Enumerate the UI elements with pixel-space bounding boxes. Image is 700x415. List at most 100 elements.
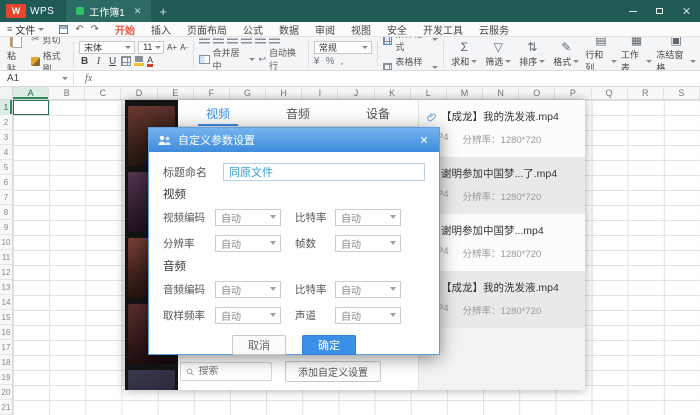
italic-button[interactable]: I [93,56,104,67]
font-name-select[interactable]: 宋体 [79,40,136,54]
align-center-icon[interactable] [255,37,267,44]
close-button[interactable] [673,0,700,22]
converter-tab-1[interactable]: 音频 [258,100,338,126]
dialog-header[interactable]: 自定义参数设置 ✕ [149,128,439,152]
row-header-13[interactable]: 13 [0,280,12,295]
col-header-S[interactable]: S [664,87,700,99]
fx-icon[interactable]: fx [85,73,92,84]
minimize-button[interactable] [619,0,646,22]
row-header-20[interactable]: 20 [0,385,12,400]
number-icon-2[interactable]: , [340,56,343,67]
font-size-select[interactable]: 11 [138,40,165,54]
row-header-19[interactable]: 19 [0,370,12,385]
formula-input[interactable] [98,71,700,86]
cut-button[interactable]: ✂ 剪切 [31,37,68,46]
font-color-icon[interactable]: A [147,55,154,67]
tab-close-icon[interactable]: ✕ [134,6,142,17]
valign-top-icon[interactable] [199,37,211,44]
col-header-L[interactable]: L [411,87,447,99]
col-header-O[interactable]: O [519,87,556,99]
shrink-font-button[interactable]: A- [180,43,188,52]
col-header-R[interactable]: R [628,87,664,99]
menu-item-1[interactable]: 插入 [143,22,179,37]
select-all-corner[interactable] [0,87,13,100]
col-header-E[interactable]: E [158,87,194,99]
row-header-8[interactable]: 8 [0,205,12,220]
menu-item-4[interactable]: 数据 [271,22,307,37]
file-row[interactable]: 谢明参加中国梦...了.mp4 MP4 分辨率：1280*720 [419,157,585,214]
align-right-icon[interactable] [269,37,281,44]
valign-bottom-icon[interactable] [227,37,239,44]
cancel-button[interactable]: 取消 [232,335,286,355]
converter-tab-0[interactable]: 视频 [178,100,258,126]
search-input[interactable] [198,366,266,377]
video-codec-select[interactable]: 自动 [215,208,281,226]
row-header-15[interactable]: 15 [0,310,12,325]
conditional-format-button[interactable]: 条件格式 [382,37,439,53]
col-header-A[interactable]: A [13,87,50,99]
number-format-select[interactable]: 常规 [313,40,372,54]
col-header-D[interactable]: D [121,87,158,99]
redo-icon[interactable]: ↷ [91,24,99,35]
number-icon-0[interactable]: ¥ [314,56,320,67]
ribbon-tool-4[interactable]: ▤ 行和列 [583,37,619,70]
col-header-F[interactable]: F [194,87,230,99]
converter-tab-2[interactable]: 设备 [338,100,418,126]
document-tab[interactable]: 工作簿1 ✕ [66,0,152,22]
row-header-6[interactable]: 6 [0,175,12,190]
name-box[interactable]: A1 [0,73,62,84]
row-header-7[interactable]: 7 [0,190,12,205]
underline-button[interactable]: U [107,56,118,67]
menu-item-9[interactable]: 云服务 [471,22,517,37]
file-row[interactable]: 【成龙】我的洗发液.mp4 MP4 分辨率：1280*720 [419,271,585,328]
row-header-3[interactable]: 3 [0,130,12,145]
undo-icon[interactable]: ↶ [75,24,83,35]
row-header-18[interactable]: 18 [0,355,12,370]
col-header-G[interactable]: G [230,87,267,99]
maximize-button[interactable] [646,0,673,22]
ribbon-tool-3[interactable]: ✎ 格式 [549,38,583,69]
borders-icon[interactable] [121,56,132,66]
col-header-M[interactable]: M [447,87,484,99]
bold-button[interactable]: B [79,56,90,67]
row-header-10[interactable]: 10 [0,235,12,250]
col-header-P[interactable]: P [555,87,592,99]
ok-button[interactable]: 确定 [302,335,356,355]
row-header-14[interactable]: 14 [0,295,12,310]
row-header-4[interactable]: 4 [0,145,12,160]
paste-button[interactable]: 粘贴 [4,37,27,70]
menu-item-6[interactable]: 视图 [343,22,379,37]
video-thumbnail[interactable] [128,370,175,390]
format-painter-button[interactable]: 格式刷 [31,49,68,70]
row-header-21[interactable]: 21 [0,400,12,415]
valign-middle-icon[interactable] [213,37,225,44]
table-style-button[interactable]: 表格样式 [382,55,439,70]
menu-item-3[interactable]: 公式 [235,22,271,37]
row-header-11[interactable]: 11 [0,250,12,265]
framerate-select[interactable]: 自动 [335,234,401,252]
col-header-K[interactable]: K [375,87,411,99]
add-custom-settings-button[interactable]: 添加自定义设置 [285,361,381,382]
channels-select[interactable]: 自动 [335,306,401,324]
ribbon-tool-2[interactable]: ⇅ 排序 [515,38,549,69]
resolution-select[interactable]: 自动 [215,234,281,252]
menu-item-7[interactable]: 安全 [379,22,415,37]
dialog-close-icon[interactable]: ✕ [417,134,431,147]
menu-item-2[interactable]: 页面布局 [179,22,235,37]
col-header-C[interactable]: C [85,87,122,99]
ribbon-tool-6[interactable]: ▣ 冻结窗格 [654,37,698,70]
save-icon[interactable] [59,24,69,34]
row-header-1[interactable]: 1 [0,100,12,115]
menu-item-0[interactable]: 开始 [107,22,143,37]
grow-font-button[interactable]: A+ [167,43,177,52]
row-header-12[interactable]: 12 [0,265,12,280]
col-header-J[interactable]: J [338,87,375,99]
row-header-16[interactable]: 16 [0,325,12,340]
ribbon-tool-1[interactable]: ▽ 筛选 [481,38,515,69]
ribbon-tool-0[interactable]: Σ 求和 [447,38,481,69]
align-left-icon[interactable] [241,37,253,44]
menu-item-5[interactable]: 审阅 [307,22,343,37]
new-tab-button[interactable]: + [159,4,167,19]
file-row[interactable]: 谢明参加中国梦...mp4 MP4 分辨率：1280*720 [419,214,585,271]
col-header-B[interactable]: B [49,87,86,99]
